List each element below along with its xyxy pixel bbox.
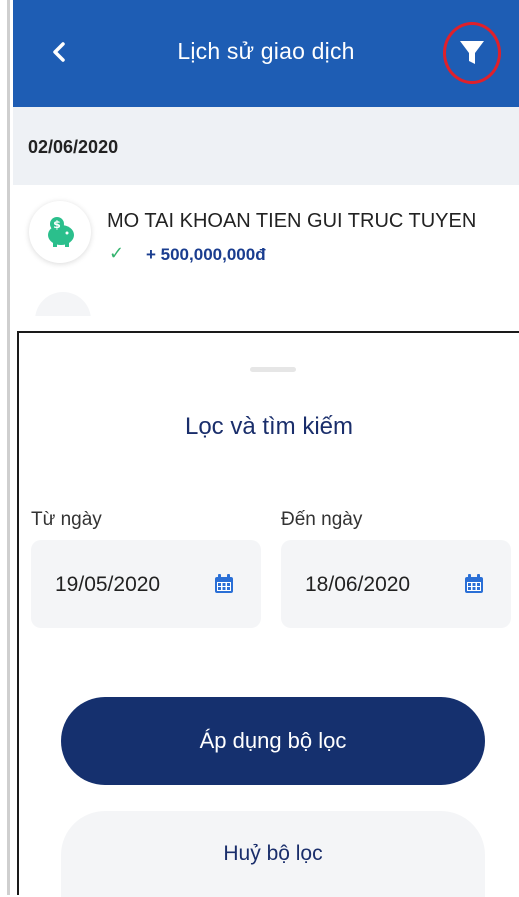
date-group-label: 02/06/2020 <box>28 137 119 157</box>
screen: Lịch sử giao dịch 02/06/2020 $ MO TAI KH… <box>0 0 519 897</box>
next-transaction-icon-partial <box>35 292 91 316</box>
to-date-label: Đến ngày <box>281 509 363 530</box>
chevron-left-icon <box>53 42 65 62</box>
transaction-title: MO TAI KHOAN TIEN GUI TRUC TUYEN <box>107 210 477 232</box>
transaction-icon-badge: $ <box>29 201 91 263</box>
apply-filter-button[interactable]: Áp dụng bộ lọc <box>61 697 485 785</box>
filter-funnel-icon <box>460 41 484 64</box>
check-icon: ✓ <box>109 243 125 263</box>
transaction-row[interactable]: $ MO TAI KHOAN TIEN GUI TRUC TUYEN ✓ + 5… <box>13 185 519 285</box>
app-header: Lịch sử giao dịch <box>13 0 519 107</box>
back-button[interactable] <box>41 32 77 72</box>
sheet-title: Lọc và tìm kiếm <box>184 413 354 440</box>
from-date-value: 19/05/2020 <box>55 573 161 596</box>
svg-text:$: $ <box>53 218 61 231</box>
calendar-icon <box>215 574 233 593</box>
page-title: Lịch sử giao dịch <box>177 38 355 64</box>
piggy-bank-icon: $ <box>48 217 74 247</box>
cancel-filter-button[interactable]: Huỷ bộ lọc <box>61 811 485 897</box>
calendar-icon <box>465 574 483 593</box>
to-date-field[interactable]: 18/06/2020 <box>281 540 511 628</box>
drag-handle[interactable] <box>250 367 296 372</box>
transaction-history-screen: Lịch sử giao dịch 02/06/2020 $ MO TAI KH… <box>13 0 519 316</box>
transaction-amount: + 500,000,000đ <box>146 245 266 264</box>
filter-bottom-sheet: Lọc và tìm kiếm Từ ngày Đến ngày 19/05/2… <box>17 331 519 897</box>
date-group-header: 02/06/2020 <box>13 107 519 185</box>
from-date-field[interactable]: 19/05/2020 <box>31 540 261 628</box>
filter-button[interactable] <box>443 22 501 84</box>
to-date-value: 18/06/2020 <box>305 573 411 596</box>
divider <box>7 0 10 895</box>
from-date-label: Từ ngày <box>31 509 102 530</box>
